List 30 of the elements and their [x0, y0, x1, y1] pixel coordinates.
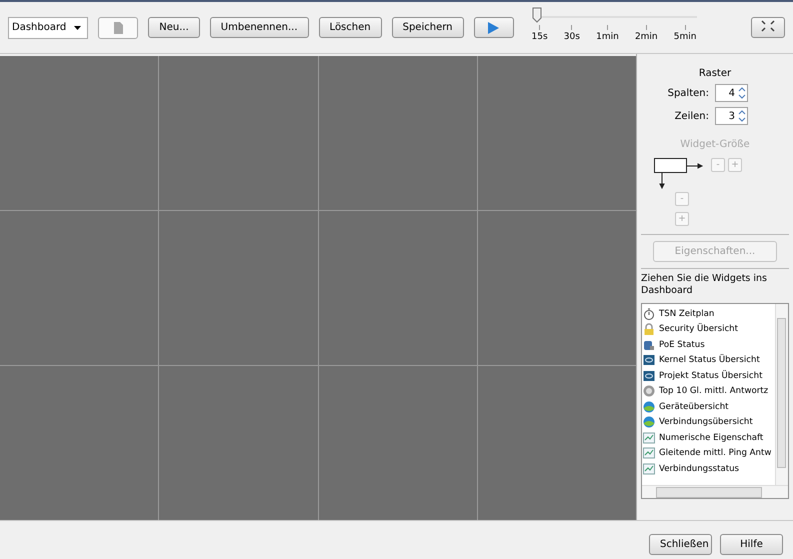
- spinner-label: Zeilen:: [674, 110, 709, 122]
- widget-list-item[interactable]: Verbindungsstatus: [643, 461, 774, 476]
- widget-list-item[interactable]: Top 10 Gl. mittl. Antwortz: [643, 384, 774, 399]
- footer-button[interactable]: Schließen: [649, 534, 712, 555]
- widget-list-item[interactable]: Projekt Status Übersicht: [643, 368, 774, 384]
- number-spinner[interactable]: 4: [715, 84, 748, 102]
- widget-list-item[interactable]: Kernel Status Übersicht: [643, 352, 774, 368]
- tick-label: 5min: [674, 32, 696, 42]
- widget-list-item[interactable]: Gleitende mittl. Ping Antw: [643, 446, 774, 461]
- footer-button[interactable]: Hilfe: [720, 534, 783, 555]
- dashboard-dropdown[interactable]: Dashboard: [8, 16, 88, 38]
- section-title: Widget-Größe: [680, 139, 750, 150]
- widget-list-item[interactable]: Security Übersicht: [643, 322, 774, 337]
- spinner-label: Spalten:: [666, 88, 709, 98]
- widget-list-item[interactable]: Numerische Eigenschaft: [643, 430, 774, 446]
- tick-label: 30s: [564, 32, 580, 42]
- toolbar-button[interactable]: Löschen: [318, 17, 382, 38]
- section-title: Raster: [698, 68, 732, 79]
- widget-list-item[interactable]: TSN Zeitplan: [643, 306, 774, 322]
- number-spinner[interactable]: 3: [715, 107, 748, 125]
- hint-text: Ziehen Sie die Widgets ins Dashboard: [641, 273, 768, 297]
- widget-list-item[interactable]: PoE Status: [643, 337, 774, 352]
- widget-list-item[interactable]: Verbindungsübersicht: [643, 414, 774, 430]
- tick-label: 2min: [634, 32, 658, 42]
- tick-label: 15s: [532, 32, 548, 42]
- toolbar-button[interactable]: Umbenennen...: [210, 17, 309, 38]
- widget-list-item[interactable]: Geräteübersicht: [643, 399, 774, 414]
- toolbar-button[interactable]: Neu...: [148, 17, 200, 38]
- tick-label: 1min: [596, 32, 619, 42]
- toolbar-button[interactable]: Speichern: [392, 17, 464, 38]
